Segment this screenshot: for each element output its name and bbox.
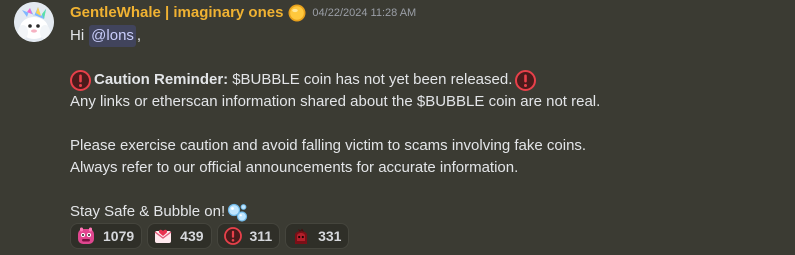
gold-coin-icon[interactable] [288,4,306,22]
links-warning-line: Any links or etherscan information share… [70,93,601,110]
caution-line: Caution Reminder: $BUBBLE coin has not y… [70,69,780,91]
message-content: Hi @lons , Caution Reminder: $BUBBLE coi… [70,25,780,223]
dark-red-character-emoji-icon [292,227,310,245]
exercise-caution-line: Please exercise caution and avoid fallin… [70,137,587,154]
caution-label: Caution Reminder: [94,71,229,88]
reaction-count: 311 [249,228,273,244]
message-header: GentleWhale | imaginary ones 04/22/2024 … [70,4,416,22]
reaction-love-letter[interactable]: 439 [147,223,212,249]
reaction-count: 1079 [103,228,135,244]
exclamation-icon[interactable] [70,69,91,91]
chat-message: GentleWhale | imaginary ones 04/22/2024 … [0,0,795,255]
closing-text: Stay Safe & Bubble on! [70,203,226,220]
author-username[interactable]: GentleWhale | imaginary ones [70,4,283,22]
reaction-exclamation[interactable]: 311 [216,223,281,249]
greeting-suffix: , [136,27,142,44]
user-mention[interactable]: @lons [89,25,136,47]
greeting-prefix: Hi [70,27,85,44]
bird-avatar-icon [14,2,54,42]
reaction-count: 331 [318,228,342,244]
exclamation-emoji-icon [223,227,242,245]
love-letter-emoji-icon [154,227,172,245]
closing-line: Stay Safe & Bubble on! [70,201,780,223]
exclamation-icon[interactable] [515,69,537,91]
pink-monster-emoji-icon [77,227,95,245]
caution-text: $BUBBLE coin has not yet been released. [232,71,513,88]
reaction-pink-monster[interactable]: 1079 [70,223,143,249]
official-announcements-line: Always refer to our official announcemen… [70,159,519,176]
greeting-line: Hi @lons , [70,25,780,47]
message-timestamp[interactable]: 04/22/2024 11:28 AM [312,4,416,22]
reaction-dark-red-character[interactable]: 331 [285,223,350,249]
bubbles-icon[interactable] [227,202,248,223]
reaction-count: 439 [180,228,204,244]
reactions-bar: 1079 439 311 331 [70,223,350,249]
author-avatar[interactable] [14,2,54,42]
